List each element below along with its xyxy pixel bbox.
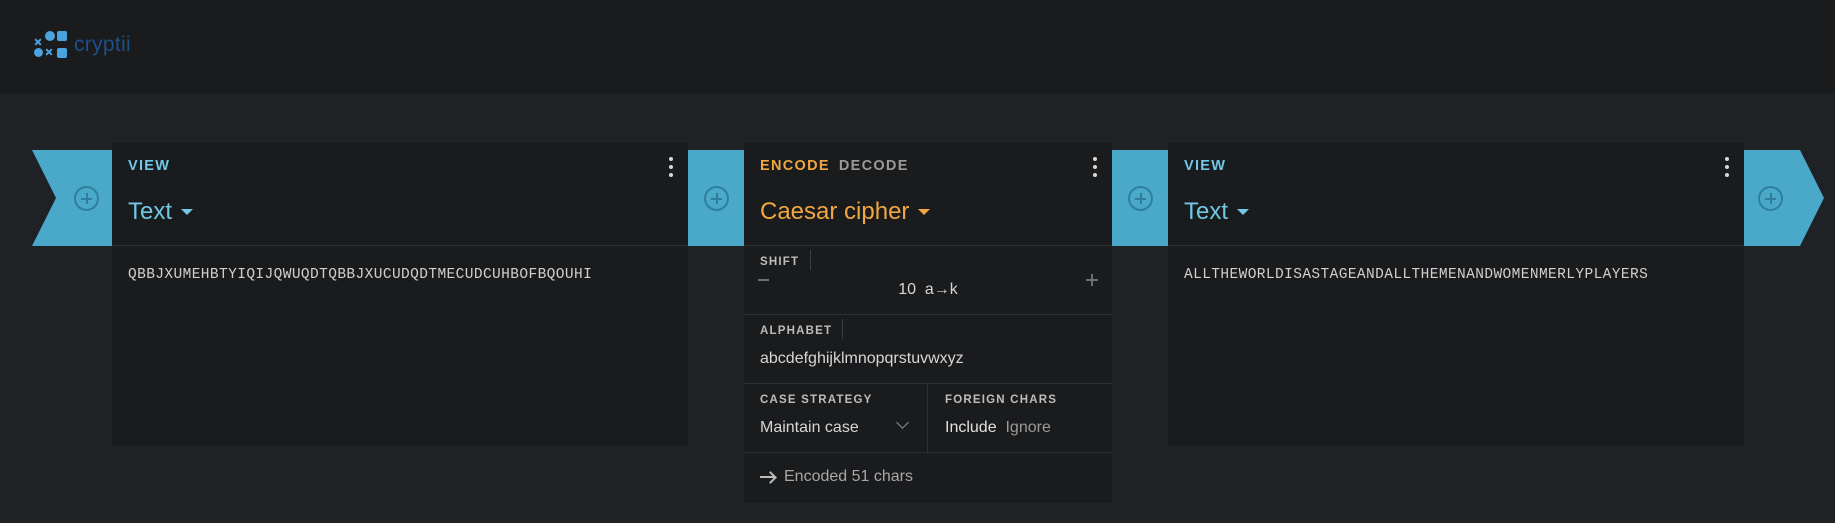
increment-icon[interactable] bbox=[1086, 274, 1098, 286]
cipher-select[interactable]: Caesar cipher bbox=[760, 198, 931, 226]
logo-icon bbox=[34, 28, 67, 61]
card-header: VIEW Text bbox=[112, 143, 688, 246]
shift-mapping: a→k bbox=[924, 281, 958, 298]
caret-down-icon bbox=[1237, 209, 1250, 215]
decode-tab[interactable]: DECODE bbox=[839, 158, 909, 174]
format-select[interactable]: Text bbox=[128, 198, 194, 226]
case-strategy-value: Maintain case bbox=[760, 419, 859, 436]
status-line: Encoded 51 chars bbox=[760, 468, 913, 486]
status-text: Encoded 51 chars bbox=[784, 468, 913, 485]
field-label: SHIFT bbox=[760, 256, 800, 268]
caret-down-icon bbox=[181, 209, 194, 215]
right-view-card: VIEW Text ALLTHEWORLDISASTAGEANDALLTHEME… bbox=[1168, 143, 1744, 445]
card-label: VIEW bbox=[128, 158, 171, 174]
shift-value: 10 bbox=[898, 281, 916, 298]
more-menu-icon[interactable] bbox=[1724, 157, 1730, 177]
field-label: FOREIGN CHARS bbox=[945, 394, 1058, 406]
pipeline: VIEW Text QBBJXUMEHBTYIQIJQWUQDTQBBJXUCU… bbox=[0, 143, 1835, 503]
cipher-name: Caesar cipher bbox=[760, 198, 910, 225]
format-name: Text bbox=[128, 198, 173, 225]
add-brick-middle[interactable] bbox=[688, 150, 744, 246]
foreign-include-option[interactable]: Include bbox=[945, 419, 997, 436]
encoder-card: ENCODE DECODE Caesar cipher SHIFT 10 a→k … bbox=[744, 143, 1112, 503]
add-circle-icon bbox=[1757, 185, 1783, 211]
text-content[interactable]: QBBJXUMEHBTYIQIJQWUQDTQBBJXUCUDQDTMECUDC… bbox=[128, 267, 592, 283]
encode-tab[interactable]: ENCODE bbox=[760, 158, 830, 174]
format-select[interactable]: Text bbox=[1184, 198, 1250, 226]
left-view-card: VIEW Text QBBJXUMEHBTYIQIJQWUQDTQBBJXUCU… bbox=[112, 143, 688, 445]
add-circle-icon bbox=[1127, 185, 1153, 211]
mode-toggle: ENCODE DECODE bbox=[760, 158, 909, 174]
text-content[interactable]: ALLTHEWORLDISASTAGEANDALLTHEMENANDWOMENM… bbox=[1184, 267, 1648, 283]
more-menu-icon[interactable] bbox=[1092, 157, 1098, 177]
add-circle-icon bbox=[703, 185, 729, 211]
caret-down-icon bbox=[918, 209, 931, 215]
add-brick-middle[interactable] bbox=[1112, 150, 1168, 246]
add-brick-end[interactable] bbox=[1744, 150, 1824, 246]
alphabet-field: ALPHABET abcdefghijklmnopqrstuvwxyz bbox=[744, 315, 1112, 384]
shift-stepper[interactable]: 10 a→k bbox=[744, 281, 1112, 299]
arrow-right-icon bbox=[760, 471, 776, 483]
field-label: ALPHABET bbox=[760, 325, 833, 337]
alphabet-input[interactable]: abcdefghijklmnopqrstuvwxyz bbox=[760, 350, 964, 368]
format-name: Text bbox=[1184, 198, 1229, 225]
add-brick-start[interactable] bbox=[32, 150, 112, 246]
chevron-down-icon bbox=[896, 416, 909, 429]
field-label: CASE STRATEGY bbox=[760, 394, 873, 406]
app-name: cryptii bbox=[74, 32, 131, 56]
more-menu-icon[interactable] bbox=[668, 157, 674, 177]
add-circle-icon bbox=[73, 185, 99, 211]
foreign-ignore-option[interactable]: Ignore bbox=[1005, 419, 1050, 436]
card-header: ENCODE DECODE Caesar cipher bbox=[744, 143, 1112, 246]
top-bar: cryptii bbox=[0, 0, 1835, 93]
shift-field: SHIFT 10 a→k bbox=[744, 246, 1112, 315]
options-row: CASE STRATEGY Maintain case FOREIGN CHAR… bbox=[744, 384, 1112, 453]
card-label: VIEW bbox=[1184, 158, 1227, 174]
app-logo[interactable]: cryptii bbox=[34, 28, 131, 61]
case-strategy-select[interactable]: CASE STRATEGY Maintain case bbox=[744, 384, 928, 452]
card-header: VIEW Text bbox=[1168, 143, 1744, 246]
foreign-chars-field: FOREIGN CHARS Include Ignore bbox=[929, 384, 1112, 452]
